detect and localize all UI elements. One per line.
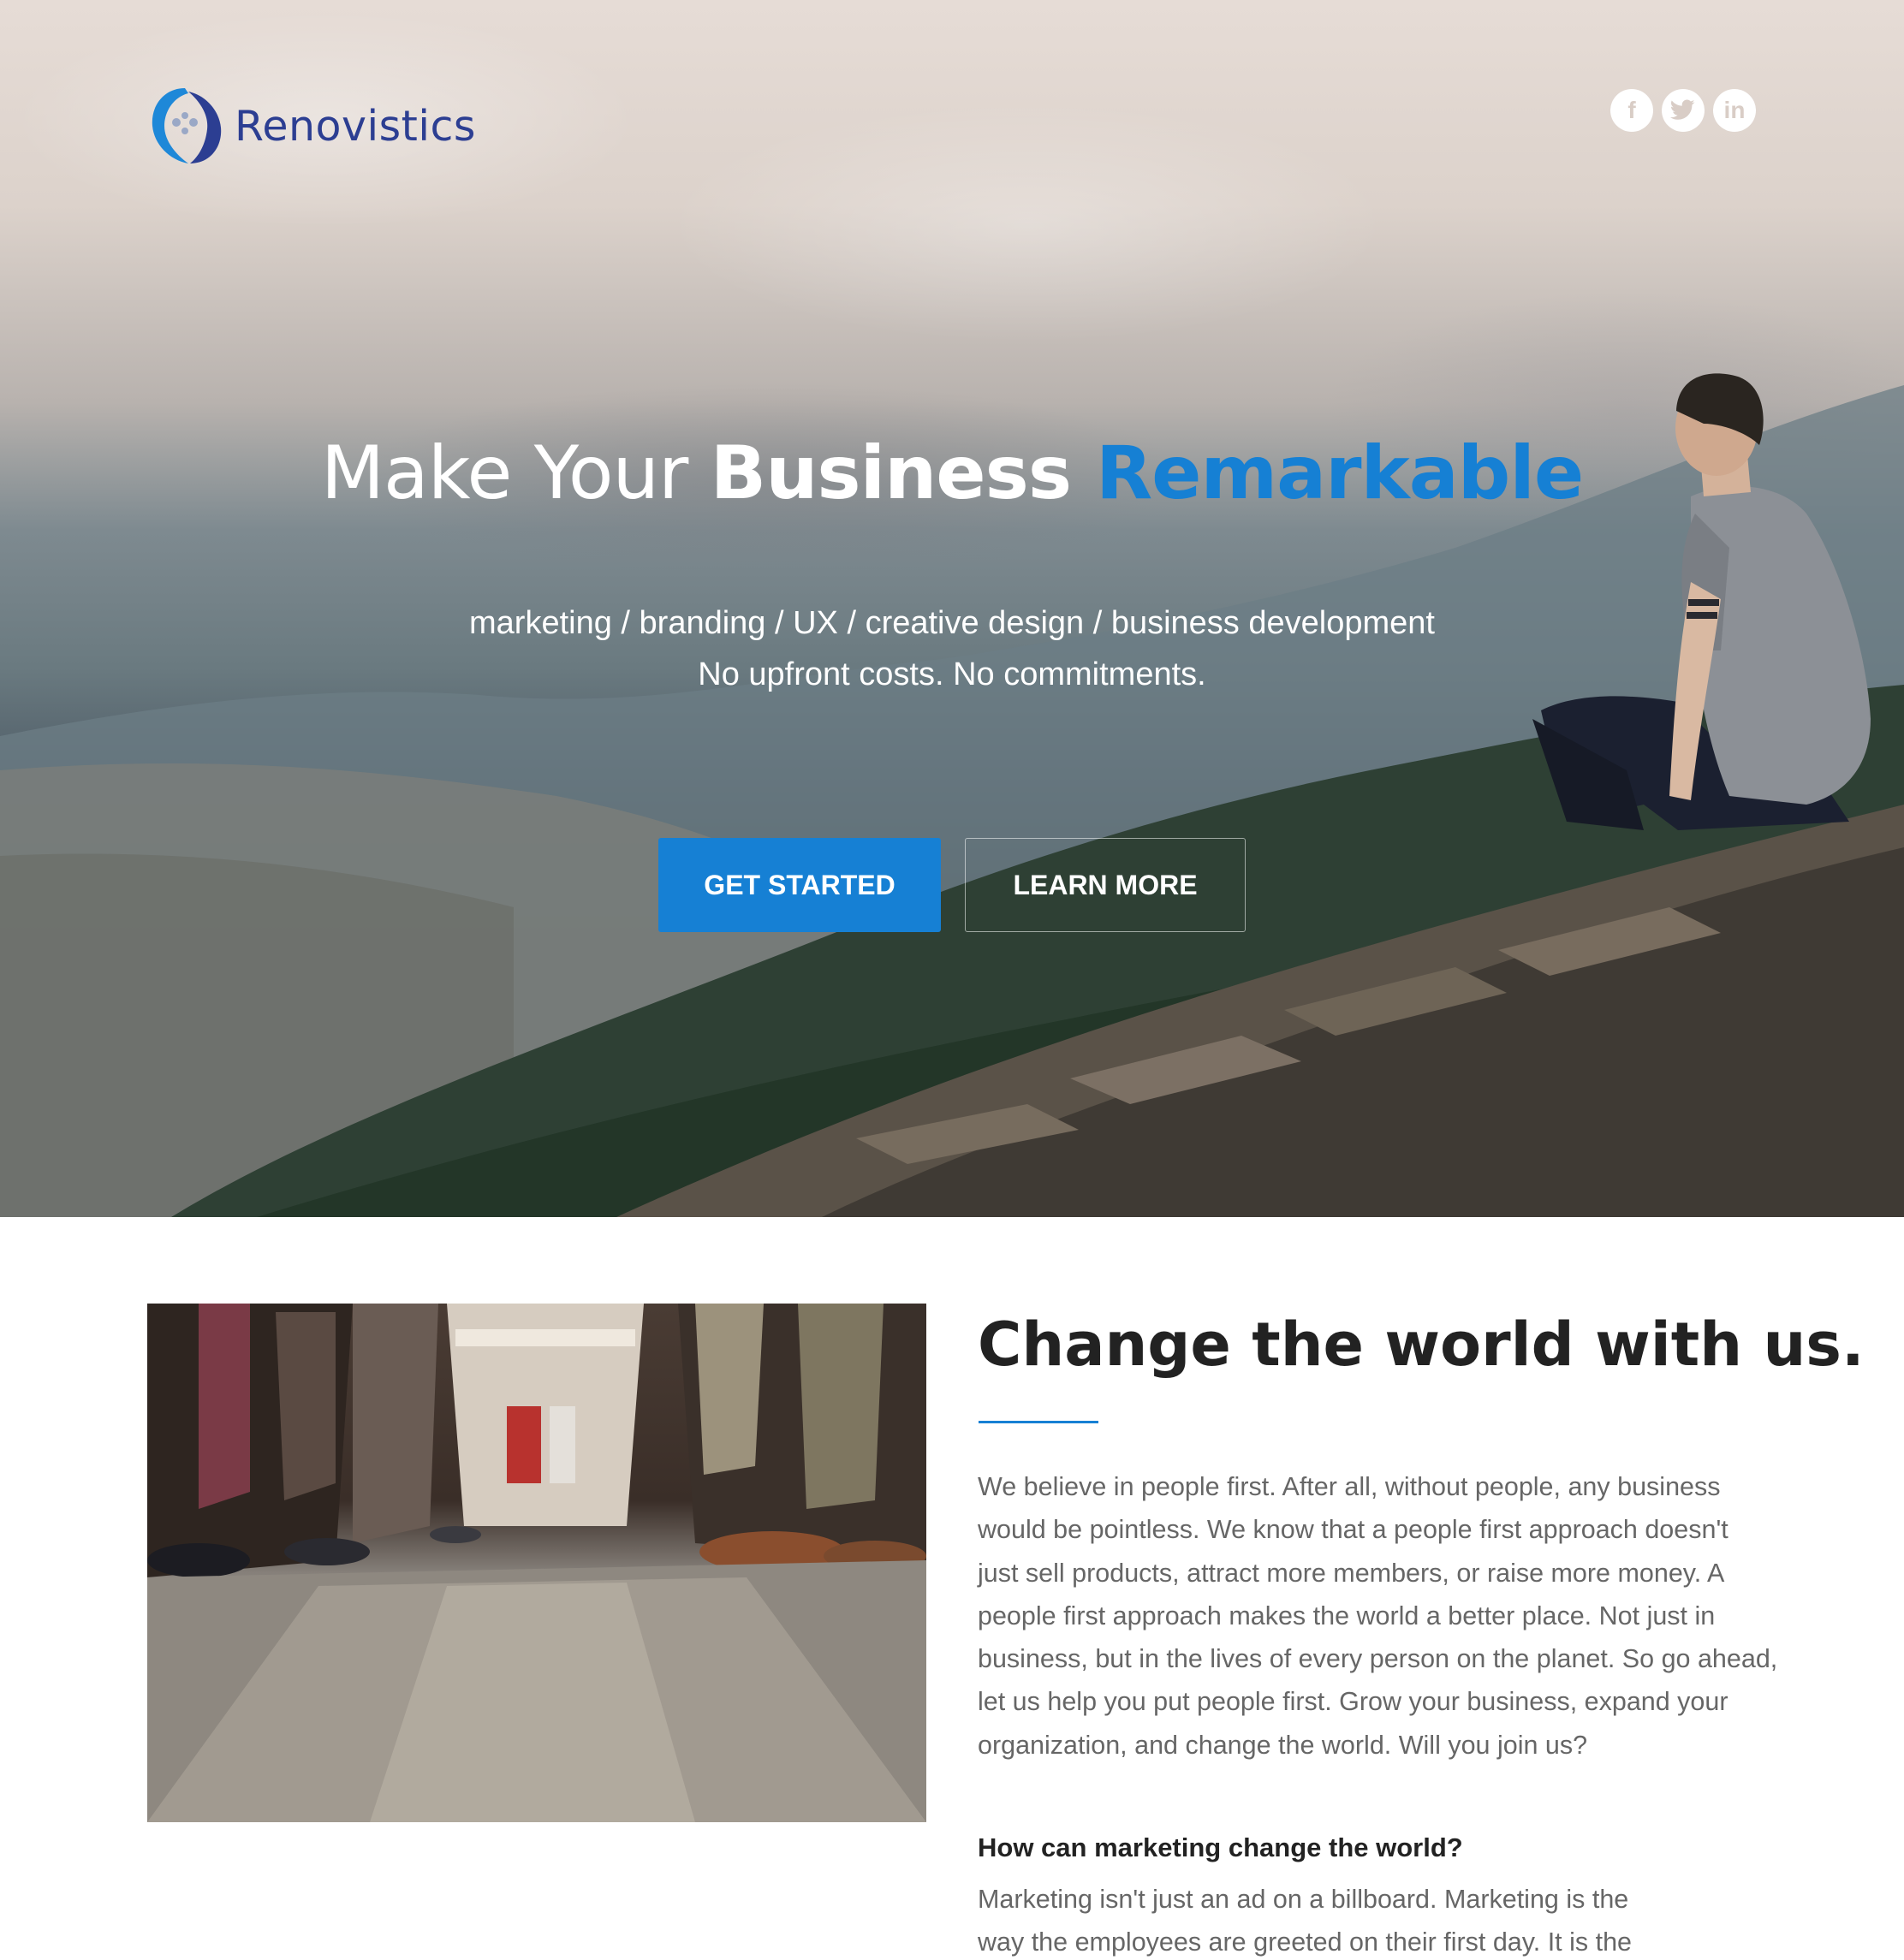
facebook-icon[interactable]: f [1610,89,1653,132]
paragraph-line: just sell products, attract more members… [978,1558,1725,1588]
headline-part-make-your: Make Your [320,431,711,516]
twitter-icon[interactable] [1662,89,1705,132]
section-title: Change the world with us. [978,1310,1865,1380]
hero-tagline: No upfront costs. No commitments. [698,656,1206,692]
paragraph-line: business, but in the lives of every pers… [978,1644,1778,1674]
marketing-question-heading: How can marketing change the world? [978,1832,1463,1862]
headline-part-remarkable: Remarkable [1095,431,1584,516]
twitter-bird-icon [1670,99,1695,120]
paragraph-line: We believe in people first. After all, w… [978,1472,1721,1501]
train-interior-image [147,1304,926,1822]
paragraph-line: let us help you put people first. Grow y… [978,1687,1728,1717]
brand-logo[interactable]: Renovistics [146,81,476,170]
get-started-button[interactable]: GET STARTED [658,838,941,932]
social-links: f in [1610,89,1756,132]
paragraph-line: organization, and change the world. Will… [978,1730,1588,1760]
learn-more-button[interactable]: LEARN MORE [965,838,1246,932]
paragraph-line: people first approach makes the world a … [978,1601,1716,1630]
hero-services: marketing / branding / UX / creative des… [469,605,1435,641]
hero-section: Renovistics f in Make Your Business Rema… [0,0,1904,1217]
headline-part-business: Business [710,431,1096,516]
title-underline [979,1421,1098,1423]
train-interior-illustration [147,1304,926,1822]
facebook-glyph: f [1627,97,1636,123]
paragraph-line: would be pointless. We know that a peopl… [978,1515,1728,1545]
linkedin-icon[interactable]: in [1713,89,1756,132]
brand-name: Renovistics [235,101,476,151]
about-paragraph: We believe in people first. After all, w… [978,1465,1778,1767]
paragraph-line: Marketing isn't just an ad on a billboar… [978,1885,1629,1914]
linkedin-glyph: in [1723,97,1746,123]
marketing-answer-paragraph: Marketing isn't just an ad on a billboar… [978,1878,1748,1960]
hero-headline: Make Your Business Remarkable [0,431,1904,516]
logo-swirl-icon [152,88,222,163]
paragraph-line: way the employees are greeted on their f… [978,1927,1633,1957]
